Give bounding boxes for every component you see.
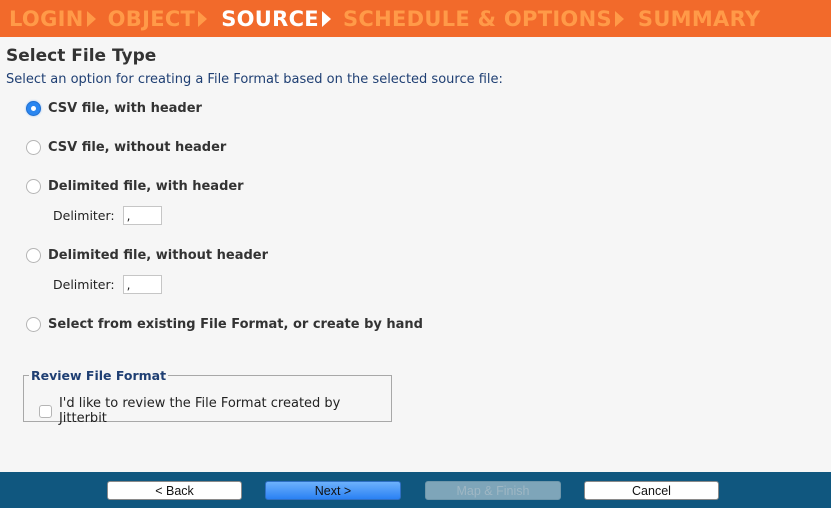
- review-checkbox-row[interactable]: I'd like to review the File Format creat…: [39, 396, 391, 426]
- wizard-steps-bar: LOGIN OBJECT SOURCE SCHEDULE & OPTIONS S…: [0, 0, 831, 37]
- radio-button-selected[interactable]: [26, 101, 41, 116]
- step-arrow-icon: [321, 10, 331, 27]
- page-title: Select File Type: [6, 46, 157, 66]
- delimiter-row-without-header: Delimiter:: [53, 275, 162, 294]
- review-group-legend: Review File Format: [29, 368, 169, 383]
- page-subtitle: Select an option for creating a File For…: [6, 72, 503, 87]
- step-source: SOURCE: [221, 7, 331, 31]
- map-finish-button: Map & Finish: [425, 481, 561, 500]
- next-button[interactable]: Next >: [265, 481, 401, 500]
- review-checkbox[interactable]: [39, 404, 52, 418]
- step-object: OBJECT: [108, 7, 208, 31]
- delimiter-input-with-header[interactable]: [122, 206, 162, 225]
- step-schedule-options: SCHEDULE & OPTIONS: [343, 7, 624, 31]
- step-login: LOGIN: [9, 7, 96, 31]
- step-arrow-icon: [614, 10, 624, 27]
- radio-button[interactable]: [26, 140, 41, 155]
- option-delimited-without-header[interactable]: Delimited file, without header: [26, 248, 268, 263]
- back-button[interactable]: < Back: [107, 481, 242, 500]
- main-content: Select File Type Select an option for cr…: [0, 37, 831, 472]
- option-csv-with-header[interactable]: CSV file, with header: [26, 101, 202, 116]
- step-arrow-icon: [198, 10, 208, 27]
- cancel-button[interactable]: Cancel: [584, 481, 719, 500]
- step-summary: SUMMARY: [637, 6, 761, 31]
- option-delimited-with-header[interactable]: Delimited file, with header: [26, 179, 244, 194]
- radio-button[interactable]: [26, 248, 41, 263]
- delimiter-input-without-header[interactable]: [122, 275, 162, 294]
- option-existing-file-format[interactable]: Select from existing File Format, or cre…: [26, 317, 423, 332]
- footer-bar: < Back Next > Map & Finish Cancel: [0, 472, 831, 508]
- radio-button[interactable]: [26, 317, 41, 332]
- option-csv-without-header[interactable]: CSV file, without header: [26, 140, 226, 155]
- review-file-format-group: Review File Format I'd like to review th…: [23, 368, 392, 426]
- delimiter-row-with-header: Delimiter:: [53, 206, 162, 225]
- radio-button[interactable]: [26, 179, 41, 194]
- step-arrow-icon: [86, 10, 96, 27]
